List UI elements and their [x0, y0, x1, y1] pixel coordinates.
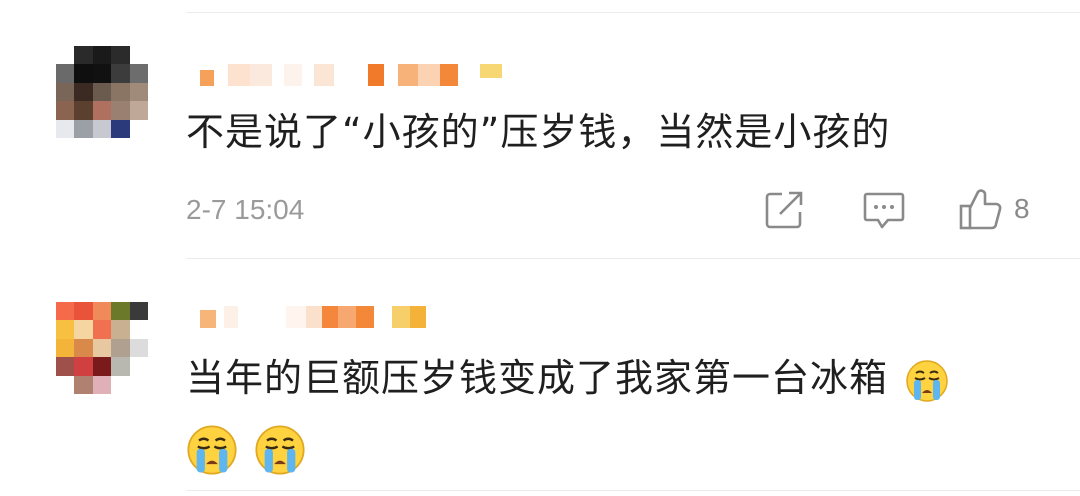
- username[interactable]: [200, 306, 426, 328]
- comment-item: 不是说了“小孩的”压岁钱，当然是小孩的 2-7 15:04 8: [0, 0, 1080, 258]
- share-button[interactable]: [764, 190, 806, 230]
- emoji-row: [186, 424, 306, 476]
- avatar[interactable]: [56, 302, 148, 394]
- thumbs-up-icon: [959, 189, 1002, 230]
- crying-emoji-icon: [255, 425, 305, 475]
- crying-emoji-icon: [906, 359, 948, 402]
- comment-text-body: 当年的巨额压岁钱变成了我家第一台冰箱: [186, 356, 889, 400]
- comment-time: 2-7 15:04: [186, 194, 305, 225]
- comment-text: 当年的巨额压岁钱变成了我家第一台冰箱: [186, 356, 949, 403]
- comment-icon: [863, 192, 905, 229]
- crying-emoji-icon: [187, 425, 237, 475]
- comment-item: 当年的巨额压岁钱变成了我家第一台冰箱: [0, 258, 1080, 496]
- reply-button[interactable]: [862, 190, 906, 232]
- like-count: 8: [1014, 193, 1030, 224]
- comment-thread: 不是说了“小孩的”压岁钱，当然是小孩的 2-7 15:04 8 当年的巨额压岁钱…: [0, 0, 1080, 496]
- comment-text: 不是说了“小孩的”压岁钱，当然是小孩的: [186, 110, 891, 154]
- share-icon: [765, 191, 803, 229]
- bottom-divider: [186, 490, 1080, 491]
- username[interactable]: [200, 64, 502, 86]
- avatar[interactable]: [56, 46, 148, 138]
- like-button[interactable]: 8: [958, 186, 1030, 232]
